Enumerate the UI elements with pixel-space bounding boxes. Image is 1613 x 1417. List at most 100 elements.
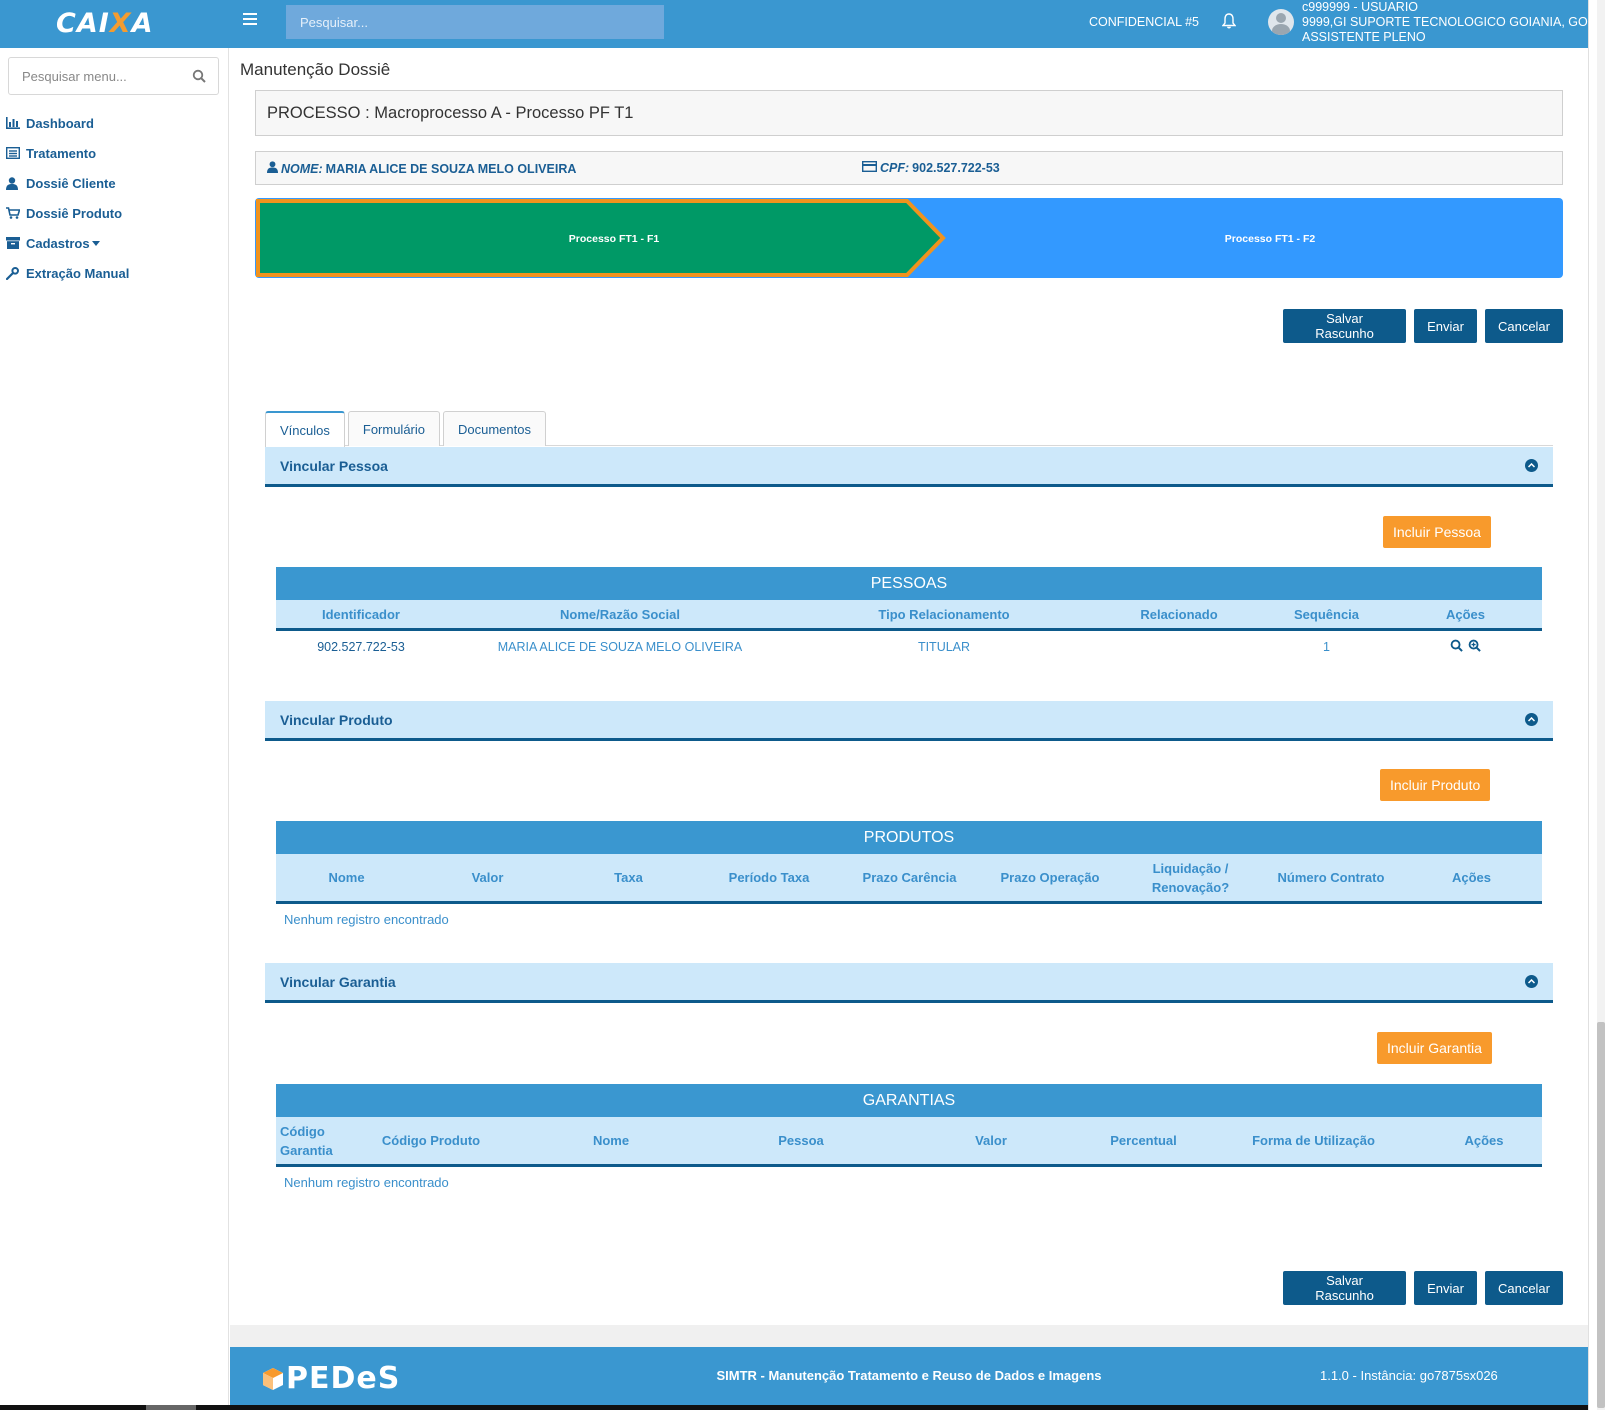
table-title: PRODUTOS xyxy=(276,821,1542,854)
client-cpf-label: CPF: xyxy=(880,161,910,175)
sidebar-item-label: Extração Manual xyxy=(26,265,130,281)
section-title: Vincular Pessoa xyxy=(280,457,388,474)
client-cpf-field: CPF: 902.527.722-53 xyxy=(861,160,1000,175)
cell-identificador: 902.527.722-53 xyxy=(317,640,405,654)
sidebar-item-label: Dossiê Cliente xyxy=(26,175,116,191)
column-header[interactable]: Nome xyxy=(516,1133,706,1148)
sidebar-item-tratamento[interactable]: Tratamento xyxy=(6,138,129,168)
column-header[interactable]: Nome/Razão Social xyxy=(446,607,794,622)
scrollbar-thumb[interactable] xyxy=(1597,1022,1605,1408)
client-name-label: NOME: xyxy=(281,161,323,176)
save-draft-button[interactable]: Salvar Rascunho xyxy=(1283,1271,1407,1305)
processo-header: PROCESSO : Macroprocesso A - Processo PF… xyxy=(255,90,1563,136)
sidebar-item-dashboard[interactable]: Dashboard xyxy=(6,108,129,138)
column-header[interactable]: Identificador xyxy=(276,607,446,622)
client-info: NOME: MARIA ALICE DE SOUZA MELO OLIVEIRA… xyxy=(255,151,1563,185)
sidebar-item-dossie-produto[interactable]: Dossiê Produto xyxy=(6,198,129,228)
vertical-scrollbar[interactable] xyxy=(1588,0,1613,1410)
tab-bar: Vínculos Formulário Documentos xyxy=(265,411,1553,447)
column-header[interactable]: Ações xyxy=(1389,607,1542,622)
sidebar-menu: Dashboard Tratamento Dossiê Cliente Doss… xyxy=(6,108,129,288)
sidebar-item-dossie-cliente[interactable]: Dossiê Cliente xyxy=(6,168,129,198)
user-info[interactable]: c999999 - USUARIO 9999,GI SUPORTE TECNOL… xyxy=(1302,0,1588,45)
table-header: Identificador Nome/Razão Social Tipo Rel… xyxy=(276,600,1542,631)
sidebar-item-cadastros[interactable]: Cadastros xyxy=(6,228,129,258)
column-header[interactable]: Período Taxa xyxy=(699,870,839,885)
chevron-up-icon[interactable] xyxy=(1525,975,1538,988)
caixa-logo[interactable]: CAIXA xyxy=(56,8,154,39)
top-action-buttons: Salvar Rascunho Enviar Cancelar xyxy=(1283,309,1563,343)
process-steps: Processo FT1 - F1 Processo FT1 - F2 xyxy=(255,198,1563,278)
cancel-button[interactable]: Cancelar xyxy=(1484,309,1563,343)
global-search-input[interactable] xyxy=(286,5,664,39)
user-role: ASSISTENTE PLENO xyxy=(1302,30,1426,44)
user-icon xyxy=(267,161,278,176)
step-2-label: Processo FT1 - F2 xyxy=(1225,233,1316,245)
tab-formulario[interactable]: Formulário xyxy=(347,411,440,446)
footer-version: 1.1.0 - Instância: go7875sx026 xyxy=(1320,1368,1498,1383)
column-header[interactable]: Liquidação / Renovação? xyxy=(1120,859,1261,897)
produtos-table: PRODUTOS Nome Valor Taxa Período Taxa Pr… xyxy=(276,821,1542,935)
add-guarantee-button[interactable]: Incluir Garantia xyxy=(1377,1032,1492,1064)
chevron-up-icon[interactable] xyxy=(1525,713,1538,726)
menu-search-input[interactable] xyxy=(9,58,179,94)
bar-chart-icon xyxy=(6,117,26,129)
menu-search xyxy=(8,57,219,95)
section-vincular-produto[interactable]: Vincular Produto xyxy=(265,701,1553,741)
cell-sequencia: 1 xyxy=(1323,640,1330,654)
column-header[interactable]: Percentual xyxy=(1086,1133,1201,1148)
column-header[interactable]: Ações xyxy=(1426,1133,1542,1148)
column-header[interactable]: Taxa xyxy=(558,870,699,885)
add-product-button[interactable]: Incluir Produto xyxy=(1380,769,1491,801)
search-icon[interactable] xyxy=(1450,639,1463,655)
page-title: Manutenção Dossiê xyxy=(240,60,391,79)
add-person-button[interactable]: Incluir Pessoa xyxy=(1383,516,1491,548)
cancel-button[interactable]: Cancelar xyxy=(1484,1271,1563,1305)
column-header[interactable]: Pessoa xyxy=(706,1133,896,1148)
send-button[interactable]: Enviar xyxy=(1414,1271,1477,1305)
sidebar-item-label: Dossiê Produto xyxy=(26,205,123,221)
column-header[interactable]: Código Garantia xyxy=(276,1122,346,1160)
tab-vinculos[interactable]: Vínculos xyxy=(265,411,345,447)
hamburger-menu-icon[interactable] xyxy=(243,13,257,27)
table-title: PESSOAS xyxy=(276,567,1542,600)
cell-tipo: TITULAR xyxy=(917,640,971,654)
scrollbar-thumb[interactable] xyxy=(146,1405,196,1410)
caret-down-icon xyxy=(91,240,100,246)
section-vincular-pessoa[interactable]: Vincular Pessoa xyxy=(265,447,1553,487)
zoom-in-icon[interactable] xyxy=(1468,639,1481,655)
column-header[interactable]: Valor xyxy=(417,870,558,885)
column-header[interactable]: Valor xyxy=(896,1133,1086,1148)
credit-card-icon xyxy=(861,160,878,175)
pessoas-table: PESSOAS Identificador Nome/Razão Social … xyxy=(276,567,1542,663)
archive-icon xyxy=(6,237,26,249)
tab-documentos[interactable]: Documentos xyxy=(443,411,546,446)
column-header[interactable]: Prazo Operação xyxy=(980,870,1120,885)
horizontal-scrollbar[interactable] xyxy=(0,1405,1613,1417)
bell-icon[interactable] xyxy=(1221,13,1237,32)
save-draft-button[interactable]: Salvar Rascunho xyxy=(1283,309,1407,343)
column-header[interactable]: Relacionado xyxy=(1094,607,1264,622)
column-header[interactable]: Tipo Relacionamento xyxy=(794,607,1094,622)
column-header[interactable]: Ações xyxy=(1401,870,1542,885)
footer-spacer xyxy=(230,1325,1588,1347)
cell-acoes xyxy=(1389,639,1542,655)
search-icon[interactable] xyxy=(192,69,206,86)
section-vincular-garantia[interactable]: Vincular Garantia xyxy=(265,963,1553,1003)
column-header[interactable]: Nome xyxy=(276,870,417,885)
column-header[interactable]: Sequência xyxy=(1264,607,1389,622)
garantias-table: GARANTIAS Código Garantia Código Produto… xyxy=(276,1084,1542,1198)
column-header[interactable]: Prazo Carência xyxy=(839,870,980,885)
send-button[interactable]: Enviar xyxy=(1414,309,1477,343)
column-header[interactable]: Número Contrato xyxy=(1261,870,1401,885)
sidebar-item-extracao-manual[interactable]: Extração Manual xyxy=(6,258,129,288)
footer: PEDeS SIMTR - Manutenção Tratamento e Re… xyxy=(230,1347,1588,1405)
table-row: 902.527.722-53 MARIA ALICE DE SOUZA MELO… xyxy=(276,631,1542,663)
empty-message: Nenhum registro encontrado xyxy=(284,1175,449,1190)
table-title: GARANTIAS xyxy=(276,1084,1542,1117)
column-header[interactable]: Código Produto xyxy=(346,1133,516,1148)
chevron-up-icon[interactable] xyxy=(1525,459,1538,472)
column-header[interactable]: Forma de Utilização xyxy=(1201,1133,1426,1148)
step-1-label: Processo FT1 - F1 xyxy=(569,233,660,245)
user-avatar[interactable] xyxy=(1268,9,1294,35)
